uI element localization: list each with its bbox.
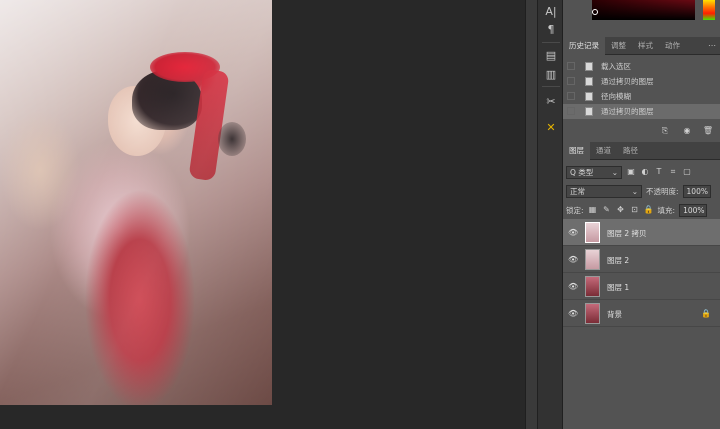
right-panels: 历史记录 调整 样式 动作 ⋯ 载入选区 通过拷贝的图层 径向模糊 通过拷贝的图… — [563, 0, 720, 429]
layers-list: 👁 图层 2 拷贝 👁 图层 2 👁 图层 1 👁 背景 🔒 — [563, 219, 720, 327]
character-panel-icon[interactable]: A| — [542, 2, 560, 20]
history-tab-bar: 历史记录 调整 样式 动作 ⋯ — [563, 37, 720, 55]
history-brush-source-checkbox[interactable] — [567, 107, 575, 115]
document-icon — [585, 62, 593, 71]
history-brush-source-checkbox[interactable] — [567, 77, 575, 85]
snapshot-camera-icon[interactable]: ◉ — [681, 126, 693, 136]
layer-name[interactable]: 图层 2 拷贝 — [607, 228, 647, 239]
pixel-filter-icon[interactable]: ▣ — [626, 167, 636, 177]
history-panel-icon[interactable]: ▤ — [542, 46, 560, 64]
lock-all-icon[interactable]: 🔒 — [644, 205, 654, 215]
layer-thumbnail — [585, 249, 600, 270]
history-step-label: 载入选区 — [601, 62, 631, 71]
brush-presets-icon[interactable]: ✕ — [542, 118, 560, 136]
document-icon — [585, 77, 593, 86]
radial-blur-overlay — [0, 0, 272, 405]
tool-divider — [542, 42, 560, 43]
fill-input[interactable]: 100% — [679, 203, 708, 217]
layer-name[interactable]: 图层 1 — [607, 282, 629, 293]
hue-slider[interactable] — [703, 0, 715, 20]
tab-channels[interactable]: 通道 — [590, 142, 617, 160]
layer-thumbnail — [585, 303, 600, 324]
properties-panel-icon[interactable]: ▥ — [542, 65, 560, 83]
document-icon — [585, 92, 593, 101]
shape-filter-icon[interactable]: ⌗ — [668, 167, 678, 177]
opacity-value: 100% — [686, 186, 708, 196]
fill-label: 填充: — [657, 205, 676, 215]
tool-presets-icon[interactable]: ✂ — [542, 92, 560, 110]
color-picker-cursor[interactable] — [592, 9, 598, 15]
layer-name[interactable]: 背景 — [607, 309, 622, 320]
history-step-selected[interactable]: 通过拷贝的图层 — [563, 104, 720, 119]
tab-adjustments[interactable]: 调整 — [605, 37, 632, 55]
document-canvas-area[interactable] — [0, 0, 525, 429]
blend-opacity-row: 正常 ⌄ 不透明度: 100% — [566, 184, 718, 198]
layer-row-selected[interactable]: 👁 图层 2 拷贝 — [563, 219, 720, 246]
document-icon — [585, 107, 593, 116]
trash-icon[interactable]: 🗑 — [702, 126, 714, 136]
lock-label: 锁定: — [566, 205, 584, 215]
visibility-eye-icon[interactable]: 👁 — [568, 282, 578, 291]
new-document-from-state-icon[interactable]: ⎘ — [659, 126, 671, 136]
lock-transparent-icon[interactable]: ▦ — [588, 205, 598, 215]
lock-artboard-icon[interactable]: ⊡ — [630, 205, 640, 215]
layers-tab-bar: 图层 通道 路径 — [563, 142, 720, 160]
chevron-down-icon: ⌄ — [611, 167, 618, 177]
lock-icon: 🔒 — [701, 309, 711, 318]
lock-position-icon[interactable]: ✥ — [616, 205, 626, 215]
opacity-label: 不透明度: — [646, 186, 679, 196]
layer-row-background[interactable]: 👁 背景 🔒 — [563, 300, 720, 327]
layer-row[interactable]: 👁 图层 2 — [563, 246, 720, 273]
lock-fill-row: 锁定: ▦ ✎ ✥ ⊡ 🔒 填充: 100% — [566, 203, 718, 217]
tab-actions[interactable]: 动作 — [659, 37, 686, 55]
history-step[interactable]: 载入选区 — [563, 59, 720, 74]
photoshop-window: A| ¶ ▤ ▥ ✂ ✕ 历史记录 调整 样式 动作 ⋯ 载入选区 通过拷贝的图… — [0, 0, 720, 429]
adjustment-filter-icon[interactable]: ◐ — [640, 167, 650, 177]
history-step-label: 通过拷贝的图层 — [601, 107, 654, 116]
panel-icon-column: A| ¶ ▤ ▥ ✂ ✕ — [537, 0, 563, 429]
type-filter-icon[interactable]: T — [654, 167, 664, 177]
history-step[interactable]: 通过拷贝的图层 — [563, 74, 720, 89]
panel-menu-icon[interactable]: ⋯ — [708, 37, 720, 54]
tab-history[interactable]: 历史记录 — [563, 37, 605, 55]
tool-divider — [542, 86, 560, 87]
status-bar — [0, 405, 525, 429]
layer-row[interactable]: 👁 图层 1 — [563, 273, 720, 300]
history-step[interactable]: 径向模糊 — [563, 89, 720, 104]
tab-paths[interactable]: 路径 — [617, 142, 644, 160]
visibility-eye-icon[interactable]: 👁 — [568, 228, 578, 237]
chevron-down-icon: ⌄ — [631, 186, 638, 196]
panel-dock-strip[interactable] — [525, 0, 537, 429]
fill-value: 100% — [683, 205, 705, 215]
history-footer: ⎘ ◉ 🗑 — [563, 124, 720, 139]
layer-thumbnail — [585, 276, 600, 297]
smart-object-filter-icon[interactable]: ▢ — [682, 167, 692, 177]
lock-image-icon[interactable]: ✎ — [602, 205, 612, 215]
layer-thumbnail — [585, 222, 600, 243]
paragraph-panel-icon[interactable]: ¶ — [542, 20, 560, 38]
visibility-eye-icon[interactable]: 👁 — [568, 255, 578, 264]
layer-name[interactable]: 图层 2 — [607, 255, 629, 266]
history-brush-source-checkbox[interactable] — [567, 62, 575, 70]
layer-filter-select[interactable]: Q 类型 ⌄ — [566, 165, 622, 179]
history-list: 载入选区 通过拷贝的图层 径向模糊 通过拷贝的图层 — [563, 59, 720, 119]
tab-layers[interactable]: 图层 — [563, 142, 590, 160]
color-field[interactable] — [592, 0, 695, 20]
opacity-input[interactable]: 100% — [682, 184, 711, 198]
color-panel — [563, 0, 720, 36]
document-image[interactable] — [0, 0, 272, 405]
blend-mode-value: 正常 — [570, 186, 585, 196]
layer-filter-row: Q 类型 ⌄ ▣ ◐ T ⌗ ▢ — [566, 165, 718, 179]
blend-mode-select[interactable]: 正常 ⌄ — [566, 184, 642, 198]
history-step-label: 径向模糊 — [601, 92, 631, 101]
visibility-eye-icon[interactable]: 👁 — [568, 309, 578, 318]
history-brush-source-checkbox[interactable] — [567, 92, 575, 100]
tab-styles[interactable]: 样式 — [632, 37, 659, 55]
layer-filter-label: Q 类型 — [570, 167, 594, 177]
history-step-label: 通过拷贝的图层 — [601, 77, 654, 86]
